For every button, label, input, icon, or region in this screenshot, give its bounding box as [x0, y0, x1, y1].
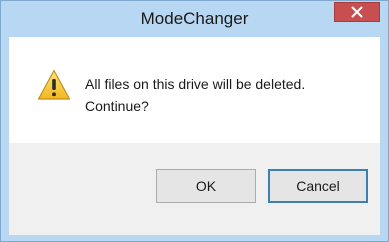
button-bar: OK Cancel	[9, 143, 380, 235]
warning-icon	[37, 69, 71, 101]
close-button[interactable]	[334, 2, 380, 22]
message-line-1: All files on this drive will be deleted.	[85, 76, 306, 92]
message-line-2: Continue?	[85, 98, 149, 114]
cancel-button[interactable]: Cancel	[268, 169, 368, 203]
close-icon	[351, 6, 363, 18]
title-bar[interactable]: ModeChanger	[1, 1, 388, 37]
window-title: ModeChanger	[140, 9, 249, 28]
ok-button[interactable]: OK	[156, 169, 256, 203]
dialog-window: ModeChanger All files on this drive will…	[0, 0, 389, 242]
dialog-message: All files on this drive will be deleted.…	[85, 73, 375, 117]
dialog-content: All files on this drive will be deleted.…	[9, 37, 380, 143]
